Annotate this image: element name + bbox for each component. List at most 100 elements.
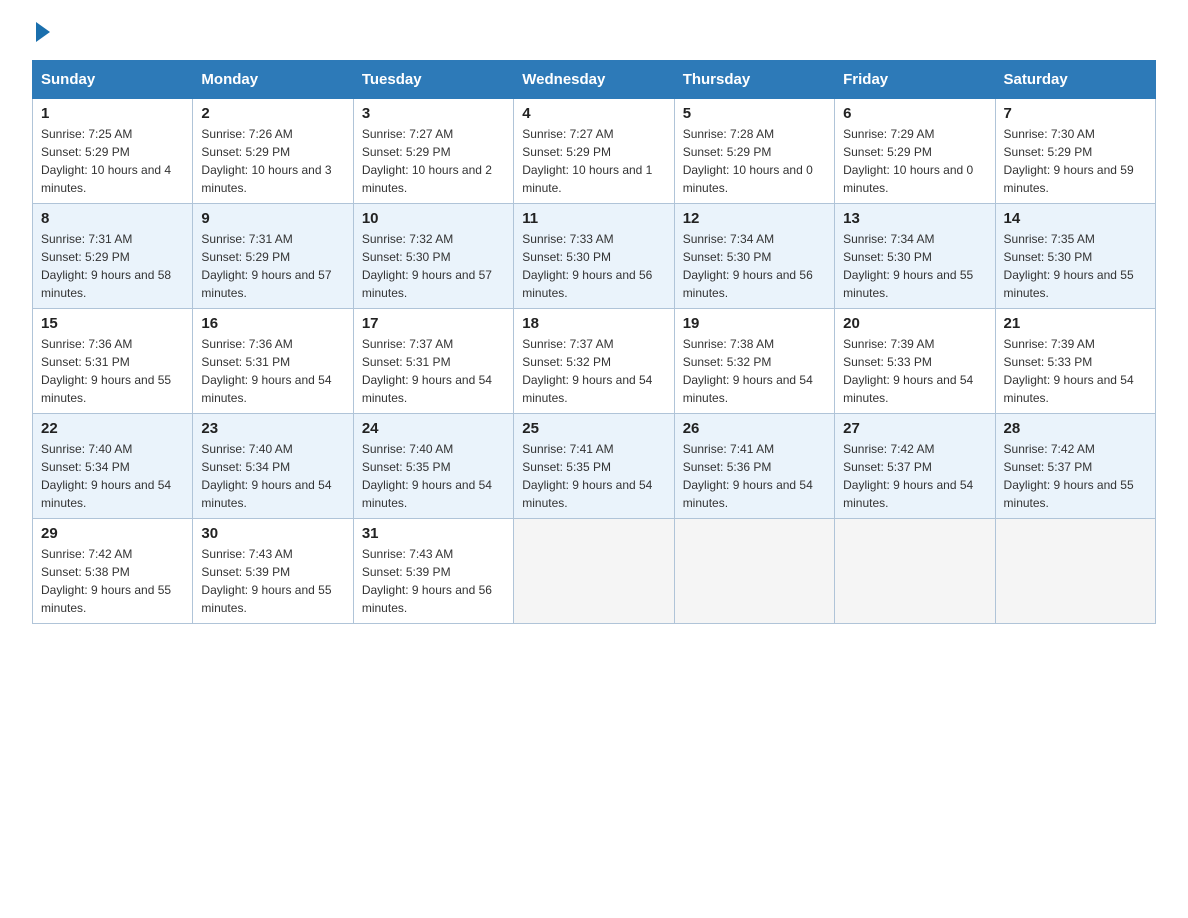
day-info: Sunrise: 7:34 AMSunset: 5:30 PMDaylight:… — [683, 230, 826, 302]
day-info: Sunrise: 7:42 AMSunset: 5:38 PMDaylight:… — [41, 545, 184, 617]
calendar-cell — [514, 519, 674, 624]
calendar-cell: 1 Sunrise: 7:25 AMSunset: 5:29 PMDaylight… — [33, 99, 193, 204]
calendar-cell: 20 Sunrise: 7:39 AMSunset: 5:33 PMDayligh… — [835, 309, 995, 414]
header-monday: Monday — [193, 61, 353, 99]
day-info: Sunrise: 7:36 AMSunset: 5:31 PMDaylight:… — [201, 335, 344, 407]
day-number: 6 — [843, 105, 986, 122]
day-info: Sunrise: 7:27 AMSunset: 5:29 PMDaylight:… — [522, 125, 665, 197]
day-info: Sunrise: 7:43 AMSunset: 5:39 PMDaylight:… — [362, 545, 505, 617]
day-number: 3 — [362, 105, 505, 122]
calendar-week-row: 29 Sunrise: 7:42 AMSunset: 5:38 PMDayligh… — [33, 519, 1156, 624]
day-number: 30 — [201, 525, 344, 542]
day-info: Sunrise: 7:39 AMSunset: 5:33 PMDaylight:… — [843, 335, 986, 407]
header-sunday: Sunday — [33, 61, 193, 99]
day-number: 26 — [683, 420, 826, 437]
day-info: Sunrise: 7:32 AMSunset: 5:30 PMDaylight:… — [362, 230, 505, 302]
day-info: Sunrise: 7:40 AMSunset: 5:34 PMDaylight:… — [201, 440, 344, 512]
calendar-cell: 29 Sunrise: 7:42 AMSunset: 5:38 PMDayligh… — [33, 519, 193, 624]
calendar-cell: 3 Sunrise: 7:27 AMSunset: 5:29 PMDaylight… — [353, 99, 513, 204]
day-info: Sunrise: 7:28 AMSunset: 5:29 PMDaylight:… — [683, 125, 826, 197]
calendar-cell — [995, 519, 1155, 624]
calendar-cell: 24 Sunrise: 7:40 AMSunset: 5:35 PMDayligh… — [353, 414, 513, 519]
day-number: 5 — [683, 105, 826, 122]
day-info: Sunrise: 7:25 AMSunset: 5:29 PMDaylight:… — [41, 125, 184, 197]
calendar-cell: 25 Sunrise: 7:41 AMSunset: 5:35 PMDayligh… — [514, 414, 674, 519]
calendar-table: SundayMondayTuesdayWednesdayThursdayFrid… — [32, 60, 1156, 624]
day-number: 29 — [41, 525, 184, 542]
calendar-cell: 22Sunrise: 7:40 AMSunset: 5:34 PMDayligh… — [33, 414, 193, 519]
calendar-cell: 4Sunrise: 7:27 AMSunset: 5:29 PMDaylight… — [514, 99, 674, 204]
day-info: Sunrise: 7:34 AMSunset: 5:30 PMDaylight:… — [843, 230, 986, 302]
calendar-cell: 17 Sunrise: 7:37 AMSunset: 5:31 PMDayligh… — [353, 309, 513, 414]
day-number: 25 — [522, 420, 665, 437]
day-number: 15 — [41, 315, 184, 332]
day-info: Sunrise: 7:42 AMSunset: 5:37 PMDaylight:… — [843, 440, 986, 512]
day-number: 1 — [41, 105, 184, 122]
calendar-week-row: 8 Sunrise: 7:31 AMSunset: 5:29 PMDaylight… — [33, 204, 1156, 309]
day-number: 7 — [1004, 105, 1147, 122]
logo-blue-text — [32, 24, 50, 42]
day-number: 20 — [843, 315, 986, 332]
day-info: Sunrise: 7:30 AMSunset: 5:29 PMDaylight:… — [1004, 125, 1147, 197]
day-info: Sunrise: 7:33 AMSunset: 5:30 PMDaylight:… — [522, 230, 665, 302]
day-number: 27 — [843, 420, 986, 437]
calendar-cell: 9Sunrise: 7:31 AMSunset: 5:29 PMDaylight… — [193, 204, 353, 309]
day-info: Sunrise: 7:29 AMSunset: 5:29 PMDaylight:… — [843, 125, 986, 197]
calendar-cell: 2Sunrise: 7:26 AMSunset: 5:29 PMDaylight… — [193, 99, 353, 204]
calendar-cell: 30 Sunrise: 7:43 AMSunset: 5:39 PMDayligh… — [193, 519, 353, 624]
header-saturday: Saturday — [995, 61, 1155, 99]
day-number: 19 — [683, 315, 826, 332]
logo-arrow-icon — [36, 22, 50, 42]
day-number: 21 — [1004, 315, 1147, 332]
day-number: 17 — [362, 315, 505, 332]
calendar-cell: 21 Sunrise: 7:39 AMSunset: 5:33 PMDayligh… — [995, 309, 1155, 414]
header-tuesday: Tuesday — [353, 61, 513, 99]
day-number: 14 — [1004, 210, 1147, 227]
calendar-cell: 28Sunrise: 7:42 AMSunset: 5:37 PMDayligh… — [995, 414, 1155, 519]
day-info: Sunrise: 7:31 AMSunset: 5:29 PMDaylight:… — [41, 230, 184, 302]
day-info: Sunrise: 7:37 AMSunset: 5:31 PMDaylight:… — [362, 335, 505, 407]
calendar-cell: 31 Sunrise: 7:43 AMSunset: 5:39 PMDayligh… — [353, 519, 513, 624]
header-friday: Friday — [835, 61, 995, 99]
day-info: Sunrise: 7:38 AMSunset: 5:32 PMDaylight:… — [683, 335, 826, 407]
calendar-cell: 27 Sunrise: 7:42 AMSunset: 5:37 PMDayligh… — [835, 414, 995, 519]
calendar-cell — [674, 519, 834, 624]
calendar-cell: 12 Sunrise: 7:34 AMSunset: 5:30 PMDayligh… — [674, 204, 834, 309]
day-info: Sunrise: 7:36 AMSunset: 5:31 PMDaylight:… — [41, 335, 184, 407]
day-number: 12 — [683, 210, 826, 227]
day-info: Sunrise: 7:27 AMSunset: 5:29 PMDaylight:… — [362, 125, 505, 197]
calendar-cell: 8 Sunrise: 7:31 AMSunset: 5:29 PMDaylight… — [33, 204, 193, 309]
day-info: Sunrise: 7:40 AMSunset: 5:35 PMDaylight:… — [362, 440, 505, 512]
calendar-cell: 16 Sunrise: 7:36 AMSunset: 5:31 PMDayligh… — [193, 309, 353, 414]
day-number: 9 — [201, 210, 344, 227]
calendar-cell: 7 Sunrise: 7:30 AMSunset: 5:29 PMDaylight… — [995, 99, 1155, 204]
day-number: 8 — [41, 210, 184, 227]
day-info: Sunrise: 7:37 AMSunset: 5:32 PMDaylight:… — [522, 335, 665, 407]
calendar-cell: 15 Sunrise: 7:36 AMSunset: 5:31 PMDayligh… — [33, 309, 193, 414]
day-number: 31 — [362, 525, 505, 542]
calendar-cell — [835, 519, 995, 624]
day-number: 18 — [522, 315, 665, 332]
day-number: 16 — [201, 315, 344, 332]
calendar-week-row: 22Sunrise: 7:40 AMSunset: 5:34 PMDayligh… — [33, 414, 1156, 519]
day-number: 13 — [843, 210, 986, 227]
day-number: 23 — [201, 420, 344, 437]
day-info: Sunrise: 7:35 AMSunset: 5:30 PMDaylight:… — [1004, 230, 1147, 302]
day-info: Sunrise: 7:40 AMSunset: 5:34 PMDaylight:… — [41, 440, 184, 512]
calendar-cell: 14 Sunrise: 7:35 AMSunset: 5:30 PMDayligh… — [995, 204, 1155, 309]
logo — [32, 24, 50, 42]
day-info: Sunrise: 7:41 AMSunset: 5:35 PMDaylight:… — [522, 440, 665, 512]
page-header — [32, 24, 1156, 42]
day-info: Sunrise: 7:39 AMSunset: 5:33 PMDaylight:… — [1004, 335, 1147, 407]
calendar-cell: 5 Sunrise: 7:28 AMSunset: 5:29 PMDaylight… — [674, 99, 834, 204]
header-wednesday: Wednesday — [514, 61, 674, 99]
calendar-week-row: 15 Sunrise: 7:36 AMSunset: 5:31 PMDayligh… — [33, 309, 1156, 414]
calendar-cell: 10 Sunrise: 7:32 AMSunset: 5:30 PMDayligh… — [353, 204, 513, 309]
calendar-header-row: SundayMondayTuesdayWednesdayThursdayFrid… — [33, 61, 1156, 99]
calendar-cell: 19 Sunrise: 7:38 AMSunset: 5:32 PMDayligh… — [674, 309, 834, 414]
day-number: 10 — [362, 210, 505, 227]
day-info: Sunrise: 7:41 AMSunset: 5:36 PMDaylight:… — [683, 440, 826, 512]
day-number: 24 — [362, 420, 505, 437]
day-info: Sunrise: 7:43 AMSunset: 5:39 PMDaylight:… — [201, 545, 344, 617]
day-info: Sunrise: 7:26 AMSunset: 5:29 PMDaylight:… — [201, 125, 344, 197]
